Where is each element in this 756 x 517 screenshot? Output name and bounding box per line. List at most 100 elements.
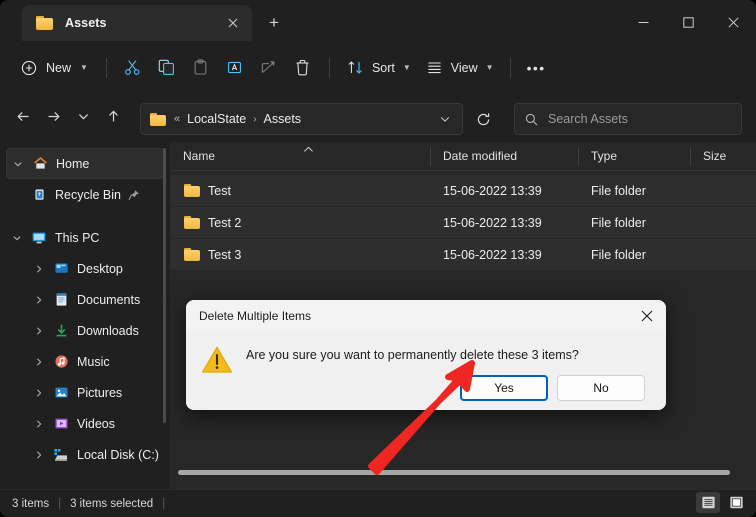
large-icons-view-button[interactable] — [724, 492, 748, 513]
refresh-button[interactable] — [468, 104, 498, 134]
column-header-size[interactable]: Size — [690, 142, 756, 171]
dialog-title: Delete Multiple Items — [199, 309, 628, 323]
selection-count-label: 3 items selected — [70, 498, 153, 510]
sidebar-item-documents[interactable]: Documents — [6, 284, 164, 315]
chevron-right-icon[interactable] — [28, 326, 50, 336]
sidebar-item-recycle-bin[interactable]: Recycle Bin — [6, 179, 164, 210]
view-button-label: View — [451, 61, 478, 75]
sidebar-item-home[interactable]: Home — [6, 148, 164, 179]
cut-button[interactable] — [116, 53, 150, 83]
search-icon — [525, 113, 538, 126]
paste-button[interactable] — [184, 53, 218, 83]
tab-title: Assets — [65, 16, 222, 30]
sidebar-item-label: Music — [77, 355, 110, 369]
search-input[interactable]: Search Assets — [548, 112, 628, 126]
back-button[interactable] — [8, 101, 38, 131]
new-button[interactable]: New ▼ — [12, 53, 97, 83]
sidebar-item-this-pc[interactable]: This PC — [6, 222, 164, 253]
table-row[interactable]: Test 15-06-2022 13:39 File folder — [170, 175, 756, 206]
chevron-right-icon[interactable] — [28, 264, 50, 274]
cell-name: Test 3 — [200, 248, 430, 262]
tab-assets[interactable]: Assets — [22, 5, 252, 41]
breadcrumb-item-localstate[interactable]: LocalState — [187, 112, 246, 126]
horizontal-scrollbar[interactable] — [178, 470, 730, 475]
copy-icon — [157, 58, 177, 78]
chevron-right-icon[interactable] — [28, 450, 50, 460]
sidebar-item-downloads[interactable]: Downloads — [6, 315, 164, 346]
copy-button[interactable] — [150, 53, 184, 83]
item-count-label: 3 items — [12, 498, 49, 510]
chevron-down-icon[interactable] — [6, 233, 28, 243]
chevron-down-icon: ▼ — [80, 63, 88, 72]
chevron-down-icon[interactable] — [7, 159, 29, 169]
address-bar[interactable]: « LocalState › Assets — [140, 103, 463, 135]
cell-date-modified: 15-06-2022 13:39 — [430, 184, 578, 198]
sidebar-item-local-disk-c[interactable]: Local Disk (C:) — [6, 439, 164, 470]
share-icon — [259, 58, 279, 78]
close-icon[interactable] — [711, 0, 756, 45]
sort-icon — [346, 58, 366, 78]
up-button[interactable] — [98, 101, 128, 131]
local-disk-icon — [50, 447, 72, 463]
delete-icon — [293, 58, 313, 78]
column-header-date-modified[interactable]: Date modified — [430, 142, 578, 171]
sidebar-scrollbar[interactable] — [163, 148, 166, 423]
dialog-title-bar: Delete Multiple Items — [186, 300, 666, 331]
chevron-right-icon[interactable] — [28, 295, 50, 305]
table-row[interactable]: Test 2 15-06-2022 13:39 File folder — [170, 207, 756, 238]
breadcrumb-separator-icon: › — [253, 114, 256, 125]
no-button[interactable]: No — [557, 375, 645, 401]
sidebar-item-label: Documents — [77, 293, 140, 307]
chevron-right-icon[interactable] — [28, 419, 50, 429]
cell-name: Test 2 — [200, 216, 430, 230]
dialog-body: Are you sure you want to permanently del… — [186, 331, 666, 410]
cell-type: File folder — [578, 248, 690, 262]
navigation-pane: Home Recycle Bin This PC — [0, 142, 170, 489]
sidebar-item-music[interactable]: Music — [6, 346, 164, 377]
rename-button[interactable] — [218, 53, 252, 83]
sort-ascending-icon — [303, 145, 314, 155]
column-headers: Name Date modified Type Size — [170, 142, 756, 171]
minimize-icon[interactable] — [621, 0, 666, 45]
toolbar-divider — [510, 58, 511, 78]
close-icon[interactable] — [222, 12, 244, 34]
yes-button[interactable]: Yes — [460, 375, 548, 401]
chevron-right-icon[interactable] — [28, 357, 50, 367]
table-row[interactable]: Test 3 15-06-2022 13:39 File folder — [170, 239, 756, 270]
sidebar-item-videos[interactable]: Videos — [6, 408, 164, 439]
sidebar-item-label: Home — [56, 157, 89, 171]
chevron-down-icon: ▼ — [486, 63, 494, 72]
chevron-right-icon[interactable] — [28, 388, 50, 398]
forward-button[interactable] — [38, 101, 68, 131]
new-tab-button[interactable]: + — [260, 10, 288, 36]
delete-button[interactable] — [286, 53, 320, 83]
breadcrumb-overflow-icon[interactable]: « — [174, 113, 180, 125]
this-pc-icon — [28, 230, 50, 246]
search-box[interactable]: Search Assets — [514, 103, 742, 135]
column-header-name[interactable]: Name — [170, 142, 430, 171]
share-button[interactable] — [252, 53, 286, 83]
sort-button-label: Sort — [372, 61, 395, 75]
recent-locations-button[interactable] — [68, 101, 98, 131]
sidebar-item-label: Videos — [77, 417, 115, 431]
file-explorer-window: Assets + New ▼ — [0, 0, 756, 517]
chevron-down-icon: ▼ — [403, 63, 411, 72]
pin-icon[interactable] — [128, 189, 140, 201]
cell-date-modified: 15-06-2022 13:39 — [430, 248, 578, 262]
view-button[interactable]: View ▼ — [418, 53, 501, 83]
toolbar-divider — [329, 58, 330, 78]
folder-icon — [184, 216, 200, 229]
chevron-down-icon[interactable] — [434, 107, 456, 131]
rename-icon — [225, 58, 245, 78]
sidebar-item-pictures[interactable]: Pictures — [6, 377, 164, 408]
breadcrumb-item-assets[interactable]: Assets — [264, 112, 302, 126]
close-icon[interactable] — [628, 300, 666, 331]
sidebar-item-label: Recycle Bin — [55, 188, 121, 202]
more-options-button[interactable]: ••• — [520, 53, 553, 83]
sidebar-item-desktop[interactable]: Desktop — [6, 253, 164, 284]
folder-icon — [36, 16, 53, 30]
column-header-type[interactable]: Type — [578, 142, 690, 171]
maximize-icon[interactable] — [666, 0, 711, 45]
details-view-button[interactable] — [696, 492, 720, 513]
sort-button[interactable]: Sort ▼ — [339, 53, 418, 83]
